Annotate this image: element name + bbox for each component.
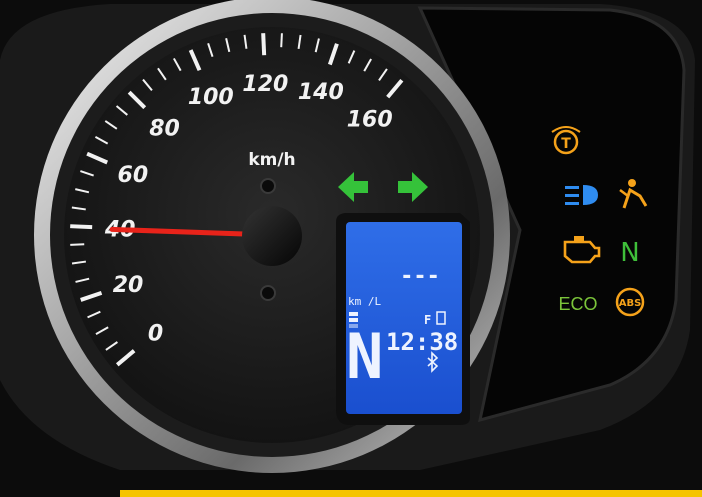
abs-indicator: ABS xyxy=(619,298,642,309)
lcd-gear: N xyxy=(346,320,383,393)
speed-label: 140 xyxy=(298,80,344,105)
speed-unit-label: km/h xyxy=(248,150,295,170)
speed-label: 60 xyxy=(118,163,149,188)
speed-tick xyxy=(261,33,267,56)
screw-top xyxy=(260,178,276,194)
neutral-indicator: N xyxy=(620,238,639,268)
speed-label: 120 xyxy=(242,72,288,97)
svg-text:T: T xyxy=(561,136,571,152)
lcd-clock: 12:38 xyxy=(386,328,458,356)
eco-indicator: ECO xyxy=(558,294,597,314)
speed-label: 80 xyxy=(149,117,180,142)
bottom-strip xyxy=(120,490,702,497)
speed-tick xyxy=(70,243,85,246)
lcd-unit: km /L xyxy=(348,295,381,308)
speed-label: 20 xyxy=(113,273,144,298)
instrument-cluster: 020406080100120 140160 km/h --- km /L F N… xyxy=(0,0,702,497)
speed-label: 100 xyxy=(188,85,234,110)
screw-bottom xyxy=(260,285,276,301)
speed-label: 160 xyxy=(347,108,393,133)
speed-label: 0 xyxy=(148,322,163,347)
speed-tick xyxy=(280,33,283,48)
speed-tick xyxy=(70,224,93,230)
lcd-fuel-letter: F xyxy=(424,313,431,327)
needle-hub xyxy=(242,206,302,266)
lcd-top-readout: --- xyxy=(400,264,440,289)
